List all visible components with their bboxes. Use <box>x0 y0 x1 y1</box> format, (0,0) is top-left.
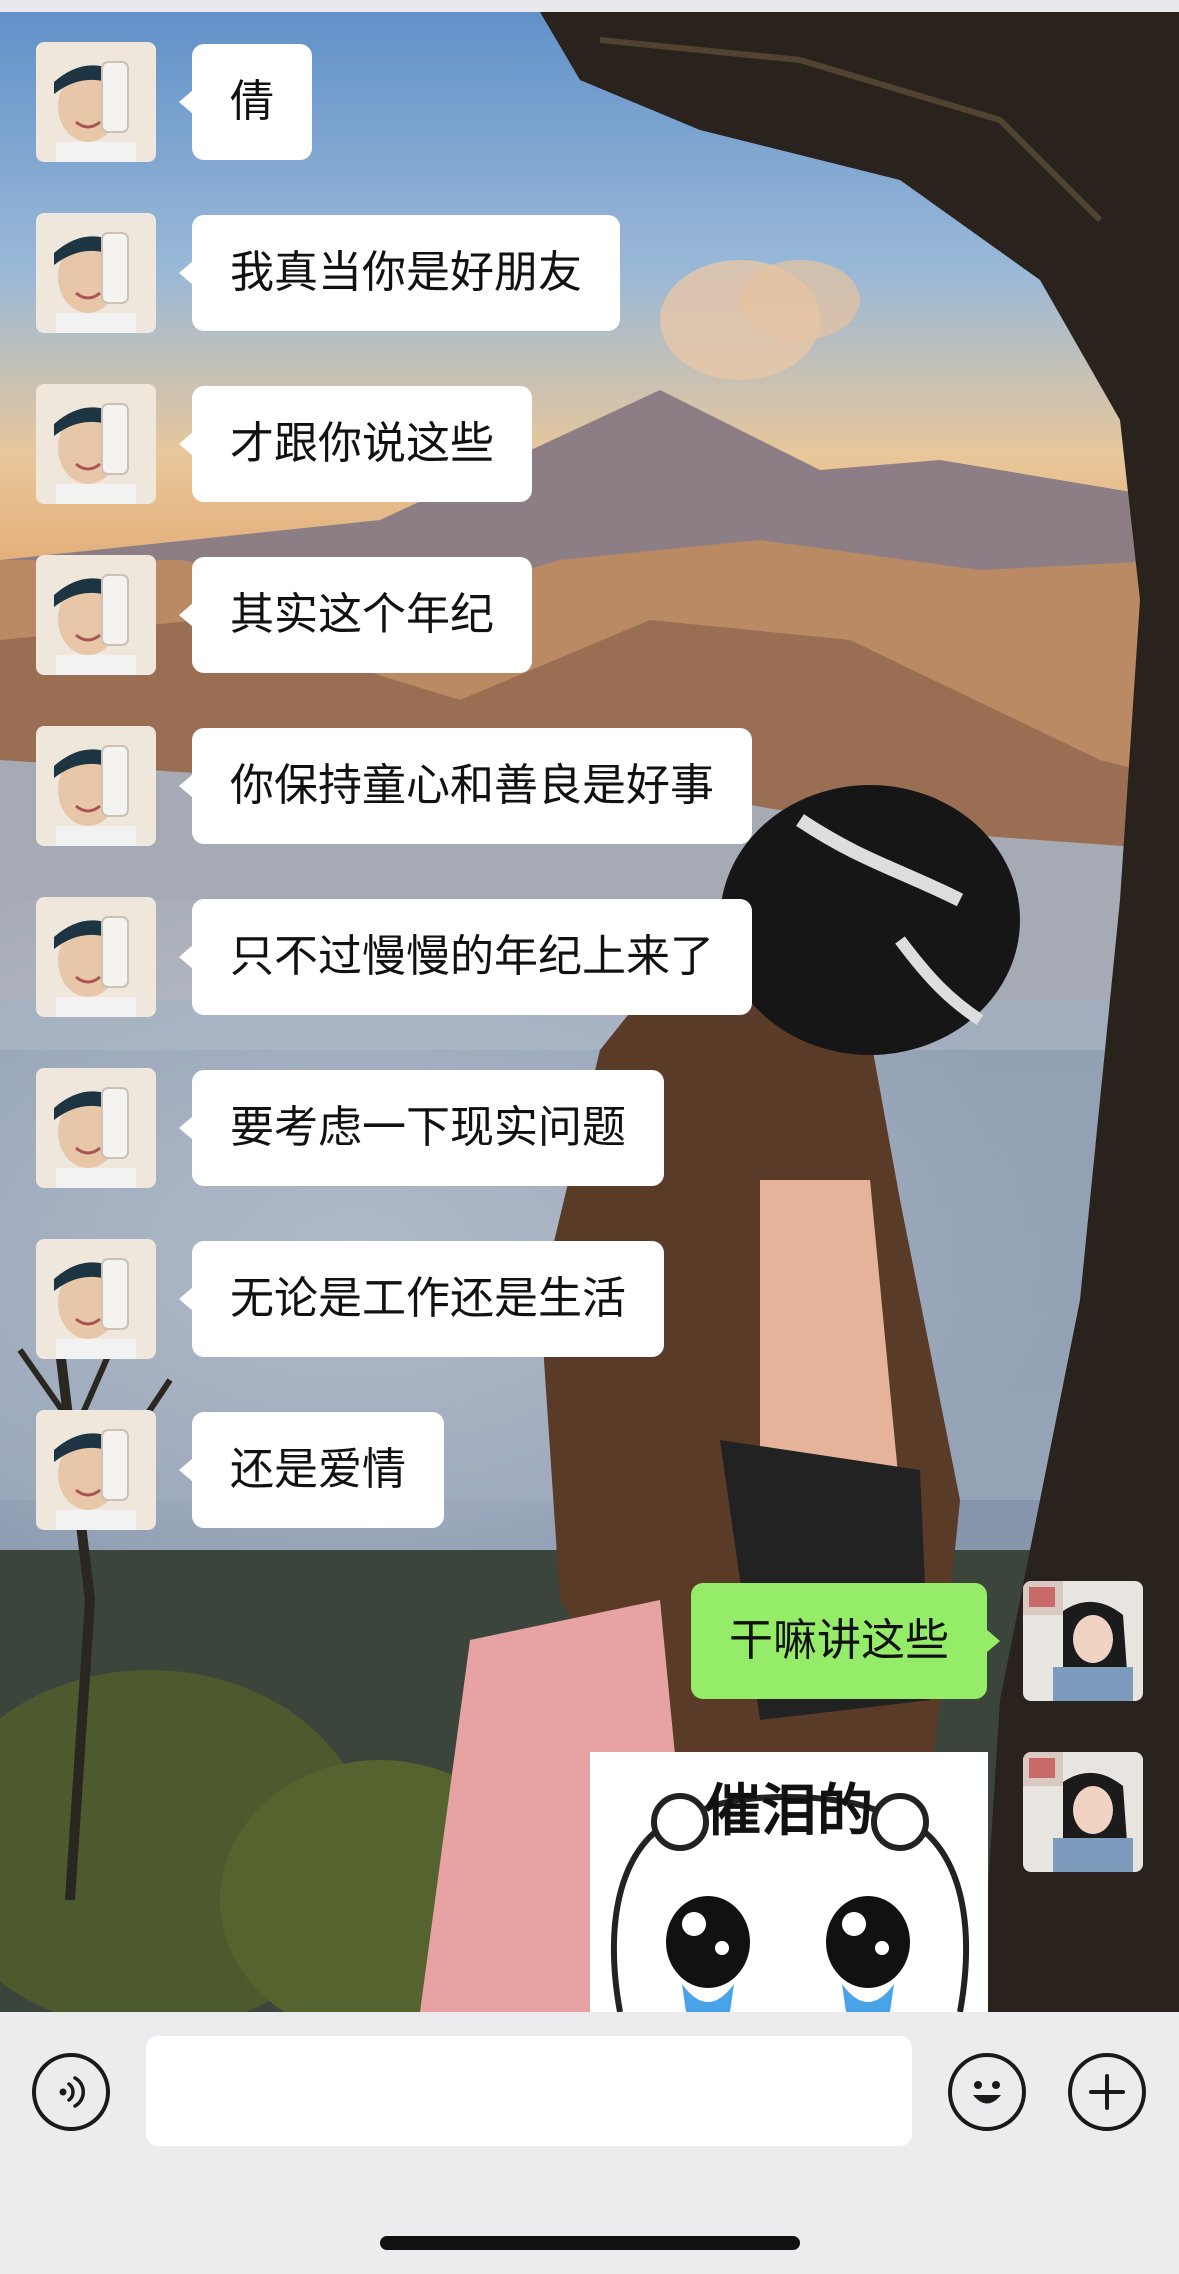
message-bubble[interactable]: 还是爱情 <box>179 1412 444 1528</box>
contact-avatar[interactable] <box>36 213 156 333</box>
message-row: 还是爱情 <box>36 1410 1036 1530</box>
message-bubble[interactable]: 才跟你说这些 <box>179 386 532 502</box>
message-row: 干嘛讲这些 <box>143 1581 1143 1701</box>
message-bubble[interactable]: 只不过慢慢的年纪上来了 <box>179 899 752 1015</box>
contact-avatar[interactable] <box>36 555 156 675</box>
message-bubble[interactable]: 无论是工作还是生活 <box>179 1241 664 1357</box>
home-indicator[interactable] <box>380 2236 800 2250</box>
contact-avatar[interactable] <box>36 42 156 162</box>
message-bubble[interactable]: 我真当你是好朋友 <box>179 215 620 331</box>
emoji-icon <box>973 2081 1001 2104</box>
message-row: 才跟你说这些 <box>36 384 1036 504</box>
message-bubble[interactable]: 倩 <box>179 44 312 160</box>
message-list[interactable]: 倩 我真当你是好朋友 才跟你说这些 其实这个年纪 你保持童心和善良是好事 只不过… <box>0 0 1179 2012</box>
message-bubble-outgoing[interactable]: 干嘛讲这些 <box>691 1583 1000 1699</box>
plus-icon <box>1089 2074 1125 2110</box>
message-row: 其实这个年纪 <box>36 555 1036 675</box>
contact-avatar[interactable] <box>36 897 156 1017</box>
contact-avatar[interactable] <box>36 1410 156 1530</box>
message-bubble[interactable]: 其实这个年纪 <box>179 557 532 673</box>
self-avatar[interactable] <box>1023 1752 1143 1872</box>
message-row: 要考虑一下现实问题 <box>36 1068 1036 1188</box>
contact-avatar[interactable] <box>36 384 156 504</box>
message-row <box>1003 1752 1143 1872</box>
voice-button[interactable] <box>32 2053 110 2131</box>
message-row: 你保持童心和善良是好事 <box>36 726 1036 846</box>
plus-button[interactable] <box>1068 2053 1146 2131</box>
voice-icon <box>59 2076 85 2108</box>
sticker-caption: 催泪的 <box>705 1779 873 1844</box>
message-input[interactable] <box>146 2036 912 2146</box>
message-row: 我真当你是好朋友 <box>36 213 1036 333</box>
contact-avatar[interactable] <box>36 726 156 846</box>
message-row: 倩 <box>36 42 1036 162</box>
message-row: 只不过慢慢的年纪上来了 <box>36 897 1036 1017</box>
contact-avatar[interactable] <box>36 1068 156 1188</box>
message-bubble[interactable]: 要考虑一下现实问题 <box>179 1070 664 1186</box>
contact-avatar[interactable] <box>36 1239 156 1359</box>
message-bubble[interactable]: 你保持童心和善良是好事 <box>179 728 752 844</box>
self-avatar[interactable] <box>1023 1581 1143 1701</box>
emoji-button[interactable] <box>948 2053 1026 2131</box>
message-row: 无论是工作还是生活 <box>36 1239 1036 1359</box>
sticker-message[interactable]: 催泪的 <box>590 1752 988 2012</box>
